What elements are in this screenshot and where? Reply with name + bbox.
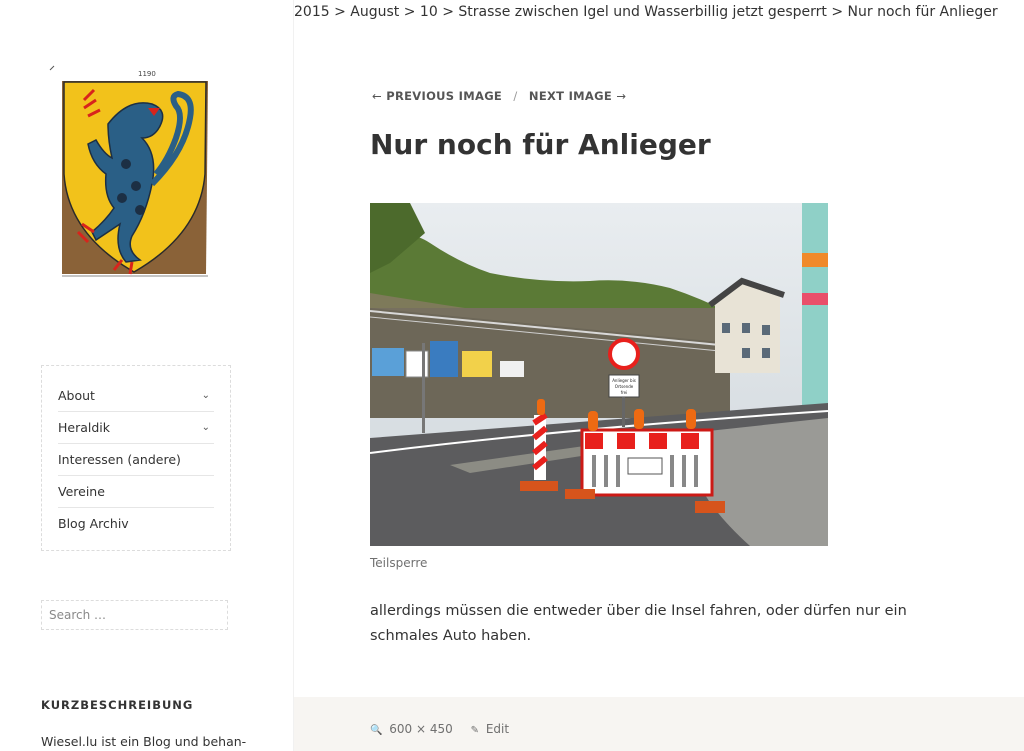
page-title: Nur noch für Anlieger [370,128,711,161]
lion-shield-icon: 1190 [49,65,208,277]
breadcrumb-separator: > [403,4,416,20]
image-caption: Teilsperre [370,556,428,570]
breadcrumb-current: Nur noch für Anlieger [847,4,998,20]
site-logo[interactable]: 1190 [48,64,212,282]
breadcrumb-year[interactable]: 2015 [294,4,330,20]
full-size-link[interactable]: 🔍 600 × 450 [370,722,457,736]
sidebar-item-label: About [58,388,95,403]
breadcrumb-month[interactable]: August [350,4,399,20]
breadcrumb-separator: > [831,4,844,20]
sign-text-2: Ortsende [615,384,634,389]
previous-image-label: PREVIOUS IMAGE [386,89,503,103]
entry-footer: 🔍 600 × 450 ✎ Edit [294,697,1024,751]
sidebar-item-blog-archiv[interactable]: Blog Archiv [58,508,214,539]
breadcrumb-separator: > [334,4,346,20]
road-closure-photo: Anlieger bis Ortsende frei [369,203,829,546]
sidebar-item-about[interactable]: About ⌄ [58,380,214,412]
breadcrumb: 2015 > August > 10 > Strasse zwischen Ig… [294,4,998,20]
entry-meta: 🔍 600 × 450 ✎ Edit [370,722,509,736]
sign-text-3: frei [621,390,628,395]
edit-label: Edit [485,722,510,736]
sidebar-menu: About ⌄ Heraldik ⌄ Interessen (andere) V… [41,365,231,551]
entry-content: allerdings müssen die entweder über die … [370,603,907,644]
image-dimensions: 600 × 450 [389,722,453,736]
next-image-label: NEXT IMAGE [528,89,613,103]
arrow-left-icon: ← [372,89,382,103]
sidebar-item-vereine[interactable]: Vereine [58,476,214,508]
widget-text: Wiesel.lu ist ein Blog und behan- [41,734,247,749]
breadcrumb-post[interactable]: Strasse zwischen Igel und Wasserbillig j… [458,4,827,20]
chevron-down-icon[interactable]: ⌄ [202,380,210,411]
arrow-right-icon: → [616,89,627,103]
edit-link[interactable]: ✎ Edit [471,722,509,736]
sidebar: 1190 About ⌄ Heraldik ⌄ Interessen (ande… [0,0,294,751]
sidebar-item-interessen[interactable]: Interessen (andere) [58,444,214,476]
sidebar-item-label: Blog Archiv [58,516,129,531]
logo-number: 1190 [138,70,156,78]
sidebar-item-label: Heraldik [58,420,111,435]
sign-text-1: Anlieger bis [612,378,636,383]
nav-separator: / [513,89,518,103]
next-image-link[interactable]: NEXT IMAGE → [529,89,626,103]
previous-image-link[interactable]: ← PREVIOUS IMAGE [372,89,506,103]
search-input[interactable] [42,601,212,629]
image-navigation: ← PREVIOUS IMAGE / NEXT IMAGE → [372,89,626,103]
sidebar-item-label: Interessen (andere) [58,452,181,467]
sidebar-item-heraldik[interactable]: Heraldik ⌄ [58,412,214,444]
sidebar-item-label: Vereine [58,484,105,499]
zoom-icon: 🔍 [370,725,383,736]
widget-title: KURZBESCHREIBUNG [41,698,194,712]
attachment-photo[interactable]: Anlieger bis Ortsende frei [369,203,829,546]
pencil-icon: ✎ [470,725,479,736]
breadcrumb-separator: > [442,4,454,20]
search-box [41,600,228,630]
breadcrumb-day[interactable]: 10 [420,4,438,20]
chevron-down-icon[interactable]: ⌄ [202,412,210,443]
